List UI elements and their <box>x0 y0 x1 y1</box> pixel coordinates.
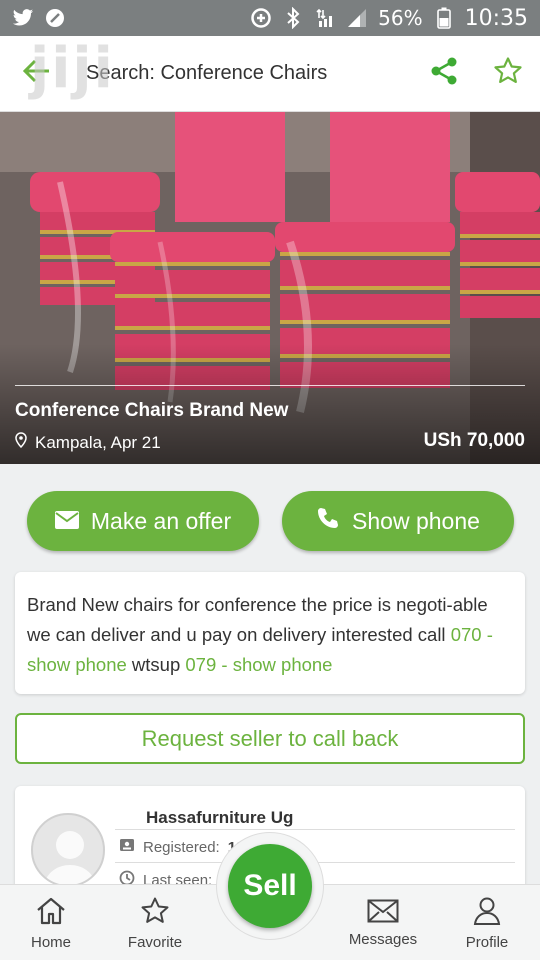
share-button[interactable] <box>412 36 476 112</box>
make-offer-button[interactable]: Make an offer <box>27 491 259 551</box>
cell-signal-icon <box>346 7 368 29</box>
listing-title: Conference Chairs Brand New <box>15 400 289 421</box>
show-phone-label: Show phone <box>352 507 480 534</box>
bluetooth-icon <box>282 7 304 29</box>
description-text-2: wtsup <box>126 654 186 675</box>
home-icon <box>35 896 67 930</box>
make-offer-label: Make an offer <box>90 507 232 534</box>
star-outline-icon <box>493 56 523 91</box>
app-bar: jiji Search: Conference Chairs <box>0 36 540 112</box>
show-phone-link-2[interactable]: 079 - show phone <box>185 654 332 675</box>
phone-icon <box>316 506 340 536</box>
page-title: Search: Conference Chairs <box>86 62 328 84</box>
jiji-watermark: jiji <box>30 36 115 101</box>
no-sim-icon <box>44 7 66 29</box>
signal-4g-icon <box>314 7 336 29</box>
listing-price: USh 70,000 <box>423 430 525 451</box>
sell-button[interactable]: Sell <box>228 844 312 928</box>
map-pin-icon <box>15 432 27 453</box>
nav-favorite-label: Favorite <box>127 933 183 951</box>
envelope-outline-icon <box>367 899 399 927</box>
twitter-icon <box>12 7 34 29</box>
data-saver-icon <box>250 7 272 29</box>
star-icon <box>140 896 170 930</box>
nav-profile-label: Profile <box>465 933 509 951</box>
nav-profile[interactable]: Profile <box>437 885 537 960</box>
nav-messages[interactable]: Messages <box>333 885 433 960</box>
registered-label: Registered: <box>143 838 220 856</box>
nav-home-label: Home <box>30 933 71 951</box>
description-text: Brand New chairs for conference the pric… <box>27 594 488 645</box>
show-phone-button[interactable]: Show phone <box>282 491 514 551</box>
hero-divider <box>15 385 525 386</box>
nav-messages-label: Messages <box>348 930 418 948</box>
avatar <box>31 813 105 887</box>
favorite-button[interactable] <box>476 36 540 112</box>
envelope-icon <box>54 508 79 535</box>
seller-name[interactable]: Hassafurniture Ug <box>146 808 293 828</box>
battery-icon <box>433 7 455 29</box>
nav-favorite[interactable]: Favorite <box>105 885 205 960</box>
status-bar: 56% 10:35 <box>0 0 540 36</box>
nav-home[interactable]: Home <box>1 885 101 960</box>
user-icon <box>472 896 502 930</box>
share-icon <box>429 56 459 91</box>
location-date-text: Kampala, Apr 21 <box>35 432 161 452</box>
description-card: Brand New chairs for conference the pric… <box>15 572 525 694</box>
request-callback-button[interactable]: Request seller to call back <box>15 713 525 764</box>
listing-location: Kampala, Apr 21 <box>15 432 161 453</box>
clock: 10:35 <box>464 5 528 31</box>
id-card-icon <box>119 837 135 857</box>
battery-percent: 56% <box>378 6 423 30</box>
listing-photo[interactable]: Conference Chairs Brand New Kampala, Apr… <box>0 112 540 464</box>
